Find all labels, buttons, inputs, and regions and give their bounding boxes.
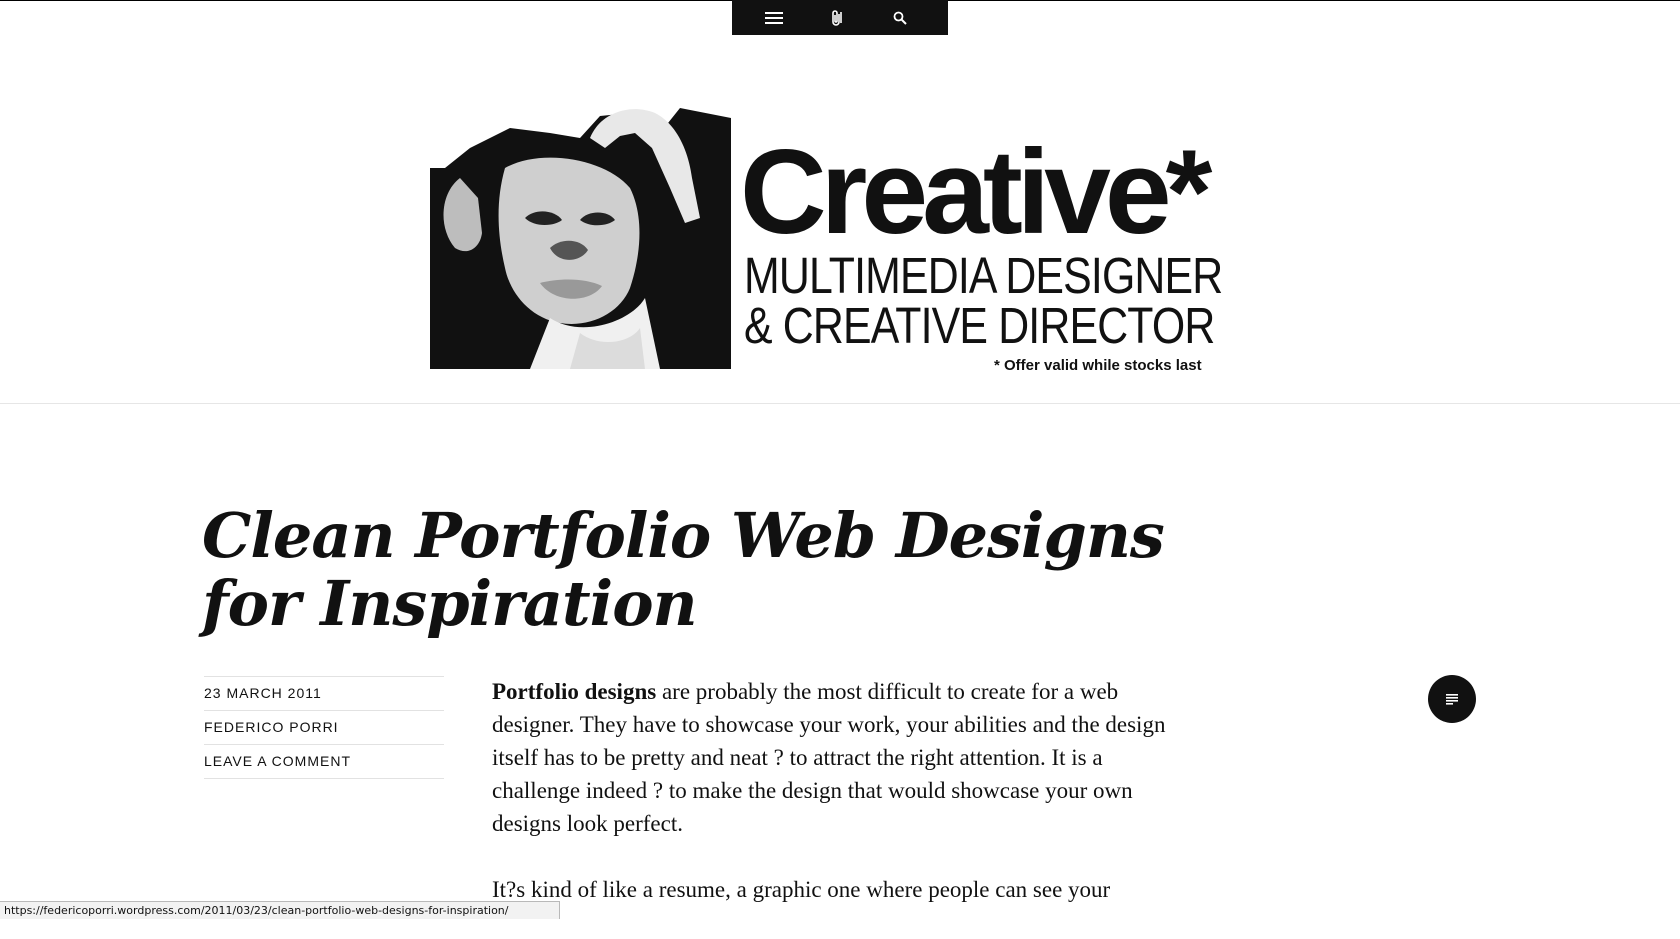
post-title-line-2: for Inspiration (202, 567, 698, 640)
post-meta: 23 March 2011 Federico Porri Leave a com… (204, 676, 444, 779)
brand-footnote: * Offer valid while stocks last (994, 357, 1202, 374)
chimpanzee-image (430, 108, 731, 369)
post-author-link[interactable]: Federico Porri (204, 711, 444, 745)
document-lines-icon (1446, 694, 1458, 705)
search-button[interactable] (882, 0, 918, 35)
status-bar-url: https://federicoporri.wordpress.com/2011… (0, 901, 560, 919)
site-header: Creative* MULTIMEDIA DESIGNER & CREATIVE… (0, 36, 1680, 404)
leave-comment-link[interactable]: Leave a comment (204, 745, 444, 779)
paragraph-1: Portfolio designs are probably the most … (492, 675, 1182, 840)
paragraph-2: It?s kind of like a resume, a graphic on… (492, 877, 1111, 902)
paperclip-icon (832, 9, 842, 26)
brand-tagline-line-2: & CREATIVE DIRECTOR (744, 297, 1215, 354)
menu-button[interactable] (756, 0, 792, 35)
post-date-link[interactable]: 23 March 2011 (204, 677, 444, 711)
menu-icon (765, 11, 783, 24)
post-title-line-1: Clean Portfolio Web Designs (202, 499, 1165, 572)
post-format-button[interactable] (1428, 675, 1476, 723)
post-content: Portfolio designs are probably the most … (492, 675, 1182, 939)
post-title[interactable]: Clean Portfolio Web Designs for Inspirat… (202, 502, 1182, 638)
brand-tagline-line-1: MULTIMEDIA DESIGNER (744, 247, 1223, 304)
search-icon (893, 11, 907, 25)
brand-title: Creative* (740, 125, 1212, 259)
site-logo[interactable]: Creative* MULTIMEDIA DESIGNER & CREATIVE… (430, 108, 1250, 408)
top-toolbar (732, 0, 948, 35)
paragraph-1-bold: Portfolio designs (492, 679, 657, 704)
links-button[interactable] (819, 0, 855, 35)
